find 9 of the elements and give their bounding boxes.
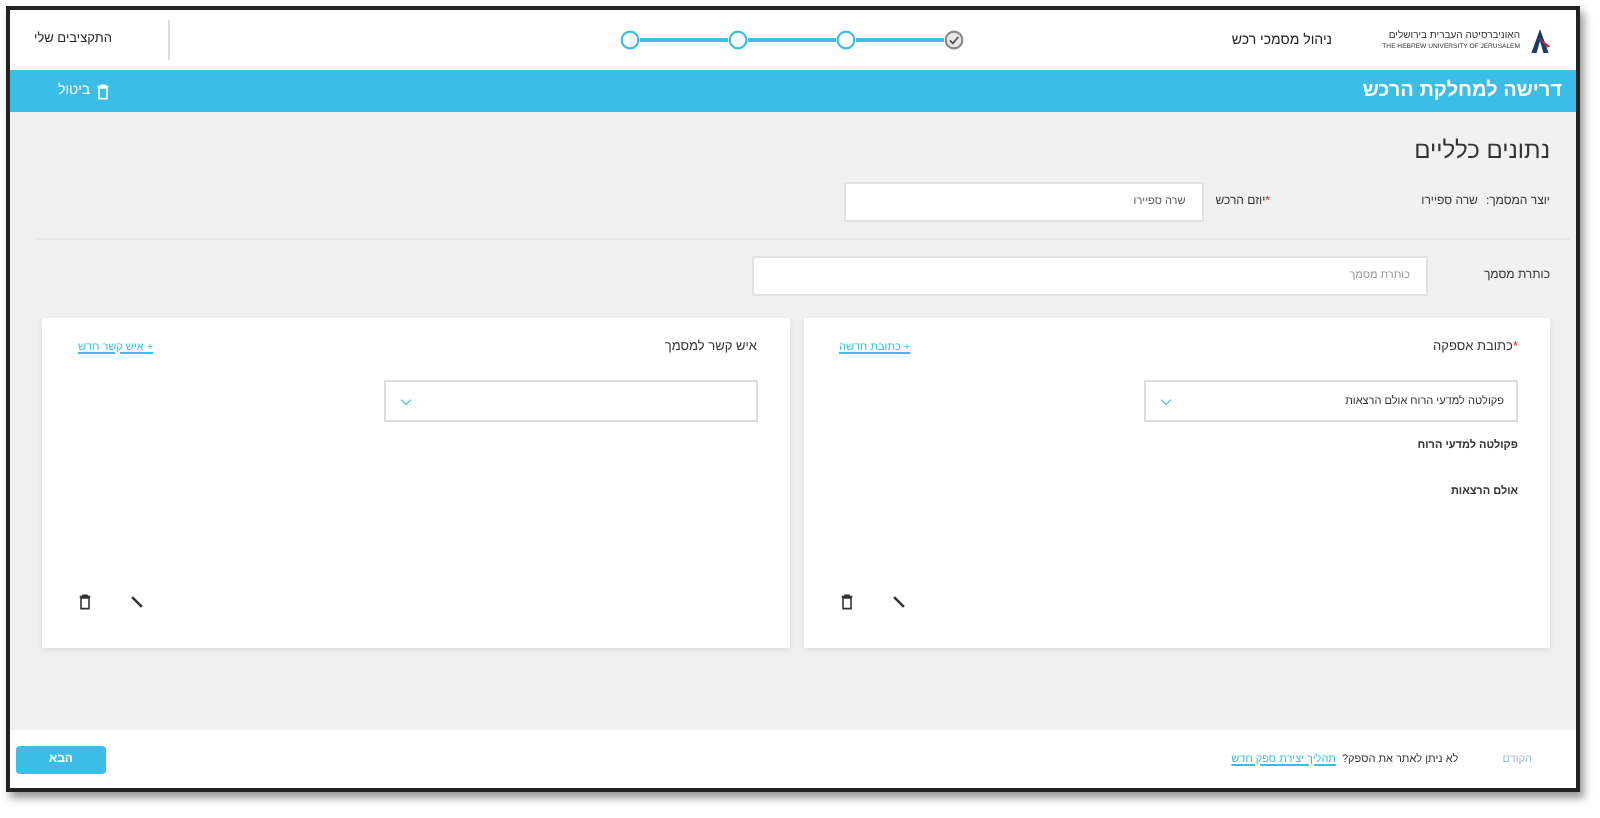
chevron-icon <box>1160 397 1172 405</box>
chevron-icon <box>399 397 411 405</box>
page-title: דרישה למחלקת הרכש <box>1362 80 1562 102</box>
step-indicator[interactable] <box>943 30 964 50</box>
trash-icon[interactable] <box>839 594 853 610</box>
trash-icon[interactable] <box>78 594 92 610</box>
logo-icon <box>1528 25 1552 55</box>
trash-icon <box>96 83 111 99</box>
section-title: נתונים כלליים <box>1412 136 1550 164</box>
